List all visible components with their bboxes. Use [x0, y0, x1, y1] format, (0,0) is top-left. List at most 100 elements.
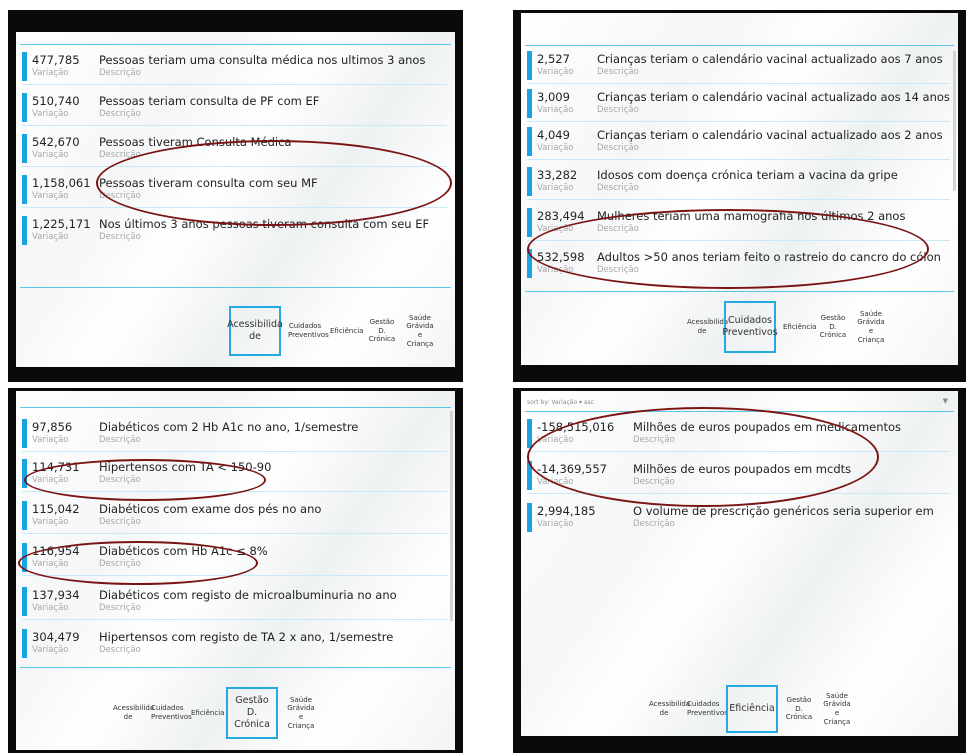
accent-bar	[527, 167, 532, 196]
item-value: 477,785	[32, 53, 80, 67]
annotation-ellipse	[24, 459, 266, 501]
annotation-ellipse	[18, 541, 258, 585]
item-description: Idosos com doença crónica teriam a vacin…	[597, 168, 898, 182]
description-label: Descrição	[99, 603, 141, 613]
accent-bar	[527, 51, 532, 80]
variation-label: Variação	[537, 143, 574, 153]
item-value: 3,009	[537, 90, 570, 104]
variation-label: Variação	[32, 603, 69, 613]
panel-gestao-cronica: 97,856 Variação Diabéticos com 2 Hb A1c …	[8, 388, 463, 753]
item-description: Crianças teriam o calendário vacinal act…	[597, 90, 950, 104]
panel-acessibilidade: 477,785 Variação Pessoas teriam uma cons…	[8, 10, 463, 382]
variation-label: Variação	[32, 232, 69, 242]
tab-acessibilidade[interactable]: Acessibilida de	[686, 317, 728, 337]
accent-bar	[22, 216, 27, 245]
variation-label: Variação	[537, 105, 574, 115]
list-item[interactable]: 137,934 Variação Diabéticos com registo …	[22, 585, 447, 620]
tab-gestao-cronica[interactable]: Gestão D. Crónica	[784, 695, 814, 723]
item-value: 2,994,185	[537, 504, 596, 518]
accent-bar	[22, 134, 27, 163]
variation-label: Variação	[32, 645, 69, 655]
bottom-divider	[20, 667, 451, 668]
description-label: Descrição	[99, 109, 141, 119]
list-item[interactable]: 510,740 Variação Pessoas teriam consulta…	[22, 91, 447, 126]
top-divider	[20, 44, 451, 45]
list-item[interactable]: 97,856 Variação Diabéticos com 2 Hb A1c …	[22, 417, 447, 452]
sort-control[interactable]: sort by: Variação ▾ asc	[527, 399, 594, 406]
item-description: Diabéticos com registo de microalbuminur…	[99, 588, 397, 602]
list-item[interactable]: 33,282 Variação Idosos com doença crónic…	[527, 165, 950, 200]
bottom-divider	[525, 291, 954, 292]
item-value: 115,042	[32, 502, 80, 516]
item-value: 542,670	[32, 135, 80, 149]
tab-gestao-cronica[interactable]: Gestão D. Crónica	[818, 313, 848, 341]
tab-acessibilidade[interactable]: Acessibilida de	[648, 699, 690, 719]
tab-cuidados-preventivos[interactable]: Cuidados Preventivos	[287, 321, 329, 341]
accent-bar	[527, 419, 532, 448]
accent-bar	[22, 629, 27, 658]
tab-gestao-cronica[interactable]: Gestão D. Crónica	[367, 317, 397, 345]
item-description: Pessoas teriam uma consulta médica nos u…	[99, 53, 426, 67]
tab-saude-gravida[interactable]: Saúde Grávida e Criança	[820, 691, 854, 728]
variation-label: Variação	[32, 517, 69, 527]
panel-cuidados-preventivos: 2,527 Variação Crianças teriam o calendá…	[513, 10, 966, 382]
item-value: 283,494	[537, 209, 585, 223]
variation-label: Variação	[32, 191, 69, 201]
scrollbar[interactable]	[450, 411, 453, 621]
annotation-ellipse	[527, 407, 879, 507]
accent-bar	[22, 587, 27, 616]
list-item[interactable]: 3,009 Variação Crianças teriam o calendá…	[527, 87, 950, 122]
list-item[interactable]: 4,049 Variação Crianças teriam o calendá…	[527, 125, 950, 160]
list-item[interactable]: 477,785 Variação Pessoas teriam uma cons…	[22, 50, 447, 85]
tab-eficiencia[interactable]: Eficiência	[190, 708, 224, 719]
variation-label: Variação	[537, 67, 574, 77]
tab-cuidados-preventivos[interactable]: Cuidados Preventivos	[150, 703, 192, 723]
accent-bar	[527, 503, 532, 532]
item-value: 4,049	[537, 128, 570, 142]
item-value: 304,479	[32, 630, 80, 644]
description-label: Descrição	[99, 68, 141, 78]
list-item[interactable]: 2,527 Variação Crianças teriam o calendá…	[527, 49, 950, 84]
accent-bar	[527, 89, 532, 118]
tab-gestao-cronica[interactable]: Gestão D. Crónica	[226, 687, 278, 739]
tab-acessibilidade[interactable]: Acessibilida de	[112, 703, 154, 723]
variation-label: Variação	[32, 435, 69, 445]
variation-label: Variação	[32, 150, 69, 160]
annotation-ellipse	[96, 140, 452, 226]
item-description: Hipertensos com registo de TA 2 x ano, 1…	[99, 630, 394, 644]
accent-bar	[527, 208, 532, 237]
annotation-ellipse	[527, 209, 929, 289]
list-item[interactable]: 304,479 Variação Hipertensos com registo…	[22, 627, 447, 661]
variation-label: Variação	[32, 109, 69, 119]
tab-cuidados-preventivos[interactable]: Cuidados Preventivos	[722, 301, 778, 353]
description-label: Descrição	[633, 519, 675, 529]
accent-bar	[22, 419, 27, 448]
scrollbar[interactable]	[953, 51, 956, 191]
list-item[interactable]: 115,042 Variação Diabéticos com exame do…	[22, 499, 447, 534]
item-value: 1,225,171	[32, 217, 91, 231]
tab-eficiencia[interactable]: Eficiência	[726, 685, 778, 733]
item-description: Diabéticos com 2 Hb A1c no ano, 1/semest…	[99, 420, 359, 434]
item-value: 2,527	[537, 52, 570, 66]
tab-eficiencia[interactable]: Eficiência	[329, 326, 363, 337]
list-item[interactable]: 2,994,185 Variação O volume de prescriçã…	[527, 501, 950, 535]
tab-saude-gravida[interactable]: Saúde Grávida e Criança	[403, 313, 437, 350]
accent-bar	[527, 127, 532, 156]
description-label: Descrição	[99, 232, 141, 242]
description-label: Descrição	[99, 435, 141, 445]
tab-saude-gravida[interactable]: Saúde Grávida e Criança	[284, 695, 318, 732]
tab-eficiencia[interactable]: Eficiência	[782, 322, 816, 333]
variation-label: Variação	[537, 519, 574, 529]
filter-icon[interactable]: ▼	[943, 397, 948, 405]
item-description: Diabéticos com exame dos pés no ano	[99, 502, 322, 516]
tab-saude-gravida[interactable]: Saúde Grávida e Criança	[854, 309, 888, 346]
item-value: 510,740	[32, 94, 80, 108]
category-tabs: Acessibilida de Cuidados Preventivos Efi…	[226, 306, 440, 356]
item-description: Crianças teriam o calendário vacinal act…	[597, 128, 943, 142]
tab-cuidados-preventivos[interactable]: Cuidados Preventivos	[686, 699, 728, 719]
variation-label: Variação	[537, 183, 574, 193]
category-tabs: Acessibilida de Cuidados Preventivos Efi…	[683, 301, 891, 353]
tab-acessibilidade[interactable]: Acessibilida de	[227, 306, 283, 356]
accent-bar	[22, 501, 27, 530]
top-divider	[20, 407, 451, 408]
